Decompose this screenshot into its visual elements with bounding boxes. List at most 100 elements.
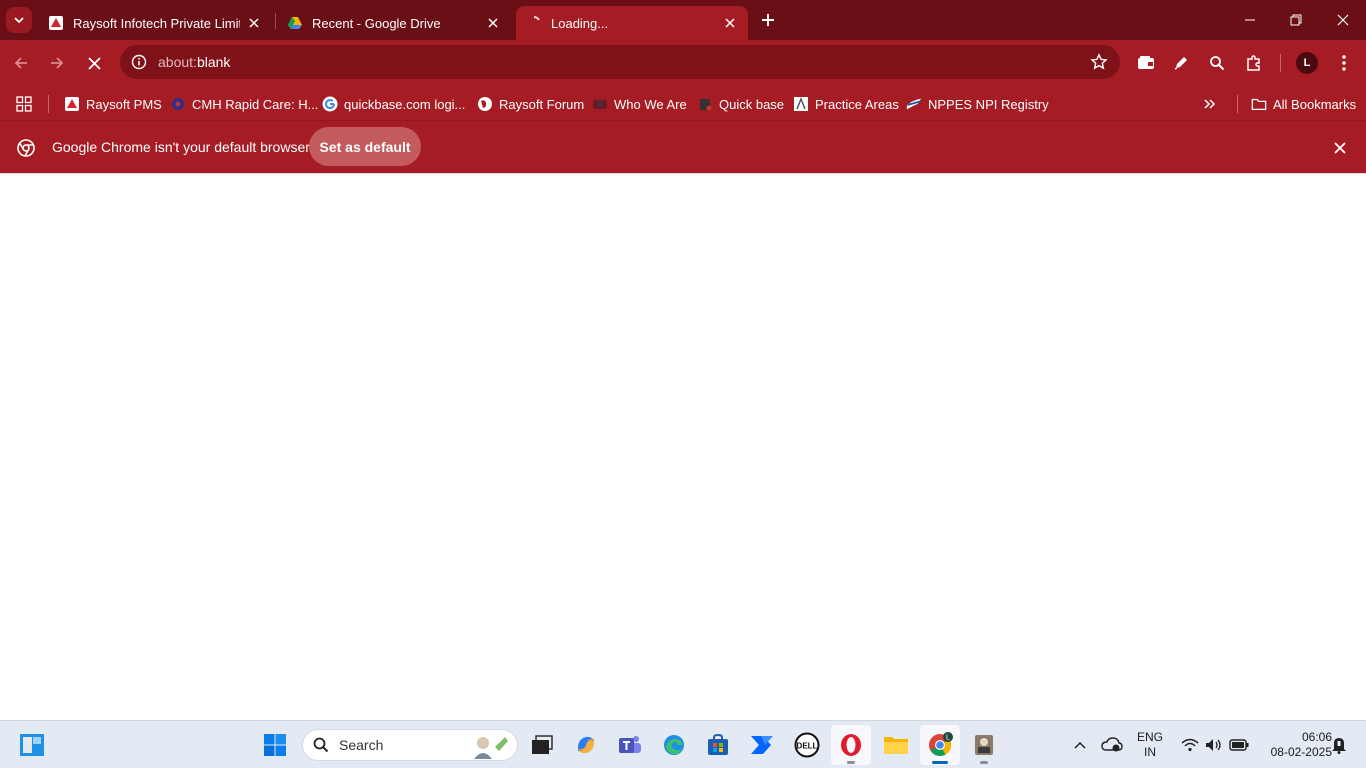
running-indicator — [847, 761, 855, 764]
tab-strip: Raysoft Infotech Private Limited Recent … — [0, 0, 1366, 40]
restore-icon — [1290, 14, 1302, 26]
tab-search-button[interactable] — [6, 7, 32, 33]
all-bookmarks-button[interactable]: All Bookmarks — [1251, 91, 1356, 117]
bookmark-label: Quick base — [719, 96, 785, 112]
close-icon — [1337, 14, 1349, 26]
store-button[interactable] — [698, 725, 738, 765]
more-bookmarks-button[interactable] — [1203, 91, 1217, 117]
bookmark-raysoft-pms[interactable]: Raysoft PMS — [64, 91, 162, 117]
clock[interactable]: 06:06 08-02-2025 — [1252, 730, 1332, 760]
hhs-favicon-icon — [906, 96, 922, 112]
profile-button[interactable]: L — [1291, 47, 1323, 79]
url-text[interactable]: about:blank — [158, 54, 230, 70]
extension-button[interactable] — [1130, 47, 1162, 79]
bookmark-quickbase-login[interactable]: quickbase.com logi... — [322, 91, 465, 117]
teams-icon — [619, 736, 641, 753]
tab-title: Raysoft Infotech Private Limited — [73, 15, 240, 31]
zoom-button[interactable] — [1201, 47, 1233, 79]
onedrive-button[interactable] — [1092, 725, 1132, 765]
battery-icon — [1229, 739, 1249, 751]
close-window-button[interactable] — [1320, 0, 1366, 40]
bookmark-star-icon[interactable] — [1090, 53, 1108, 71]
copilot-button[interactable] — [566, 725, 606, 765]
notifications-button[interactable] — [1324, 725, 1354, 765]
quick-settings-button[interactable] — [1170, 725, 1260, 765]
search-highlight-icon — [474, 737, 508, 759]
clock-date: 08-02-2025 — [1270, 745, 1332, 759]
extensions-button[interactable] — [1238, 47, 1270, 79]
arrow-right-icon — [51, 57, 64, 69]
back-button[interactable] — [5, 47, 37, 79]
edge-button[interactable] — [654, 725, 694, 765]
minimize-button[interactable] — [1227, 0, 1273, 40]
bookmarks-bar: Raysoft PMS CMH Rapid Care: H... quickba… — [0, 86, 1366, 120]
site-favicon-icon — [793, 96, 809, 112]
file-explorer-button[interactable] — [876, 725, 916, 765]
close-icon[interactable] — [722, 15, 738, 31]
globe-icon — [477, 96, 493, 112]
opera-button[interactable] — [831, 725, 871, 765]
tab-google-drive[interactable]: Recent - Google Drive — [277, 6, 511, 40]
power-automate-button[interactable] — [742, 725, 782, 765]
pinned-app-button[interactable] — [964, 725, 1004, 765]
windows-logo-icon — [264, 734, 286, 756]
tab-loading[interactable]: Loading... — [516, 6, 748, 40]
google-drive-favicon-icon — [287, 15, 303, 31]
svg-text:DELL: DELL — [797, 742, 818, 751]
bookmark-label: Who We Are — [614, 96, 687, 112]
copilot-icon — [577, 736, 595, 754]
close-icon[interactable] — [246, 15, 262, 31]
restore-button[interactable] — [1273, 0, 1319, 40]
plus-icon — [762, 14, 774, 26]
close-icon[interactable] — [485, 15, 501, 31]
bookmark-quick-base[interactable]: Quick base — [697, 91, 784, 117]
svg-text:L: L — [946, 735, 950, 742]
infobar-close-button[interactable] — [1330, 138, 1350, 158]
bell-icon — [1332, 738, 1346, 754]
apps-grid-icon — [16, 96, 32, 112]
bookmark-raysoft-forum[interactable]: Raysoft Forum — [477, 91, 584, 117]
taskbar-search-box[interactable]: Search — [302, 729, 518, 761]
tab-divider — [275, 13, 276, 29]
bookmark-cmh-rapid-care[interactable]: CMH Rapid Care: H... — [170, 91, 318, 117]
chrome-logo-icon — [17, 139, 35, 162]
default-browser-infobar: Google Chrome isn't your default browser… — [0, 120, 1366, 173]
language-indicator[interactable]: ENG IN — [1130, 730, 1170, 760]
site-info-icon[interactable] — [122, 45, 156, 79]
bookmark-practice-areas[interactable]: Practice Areas — [793, 91, 899, 117]
chrome-icon: L — [929, 732, 953, 756]
chrome-menu-button[interactable] — [1328, 47, 1360, 79]
store-icon — [708, 733, 728, 755]
apps-button[interactable] — [16, 91, 32, 117]
folder-icon — [884, 737, 908, 754]
close-icon — [1334, 142, 1346, 154]
double-chevron-right-icon — [1204, 99, 1216, 109]
teams-button[interactable] — [610, 725, 650, 765]
cmh-favicon-icon — [170, 96, 186, 112]
taskbar: Search DELL L ENG IN 06:06 08-02-2025 — [0, 720, 1366, 768]
bookmark-who-we-are[interactable]: Who We Are — [592, 91, 687, 117]
widgets-button[interactable] — [12, 725, 52, 765]
volume-icon — [1206, 739, 1221, 751]
new-tab-button[interactable] — [756, 8, 780, 32]
task-view-button[interactable] — [522, 725, 562, 765]
clock-time: 06:06 — [1301, 730, 1332, 744]
edge-icon — [664, 735, 684, 755]
widgets-icon — [20, 734, 44, 756]
dell-button[interactable]: DELL — [787, 725, 827, 765]
page-content-blank[interactable] — [0, 174, 1366, 720]
dell-logo-icon: DELL — [794, 732, 820, 758]
start-button[interactable] — [255, 725, 295, 765]
set-as-default-button[interactable]: Set as default — [309, 127, 421, 166]
tab-title: Loading... — [551, 15, 609, 31]
stop-loading-button[interactable] — [78, 47, 110, 79]
extension-button[interactable] — [1165, 47, 1197, 79]
arrow-left-icon — [14, 57, 27, 69]
forward-button[interactable] — [41, 47, 73, 79]
bookmark-nppes-npi-registry[interactable]: NPPES NPI Registry — [906, 91, 1049, 117]
search-icon — [1210, 56, 1225, 71]
chrome-button[interactable]: L — [920, 725, 960, 765]
address-bar[interactable]: about:blank — [120, 45, 1120, 79]
tab-raysoft[interactable]: Raysoft Infotech Private Limited — [38, 6, 272, 40]
search-icon — [313, 737, 329, 753]
